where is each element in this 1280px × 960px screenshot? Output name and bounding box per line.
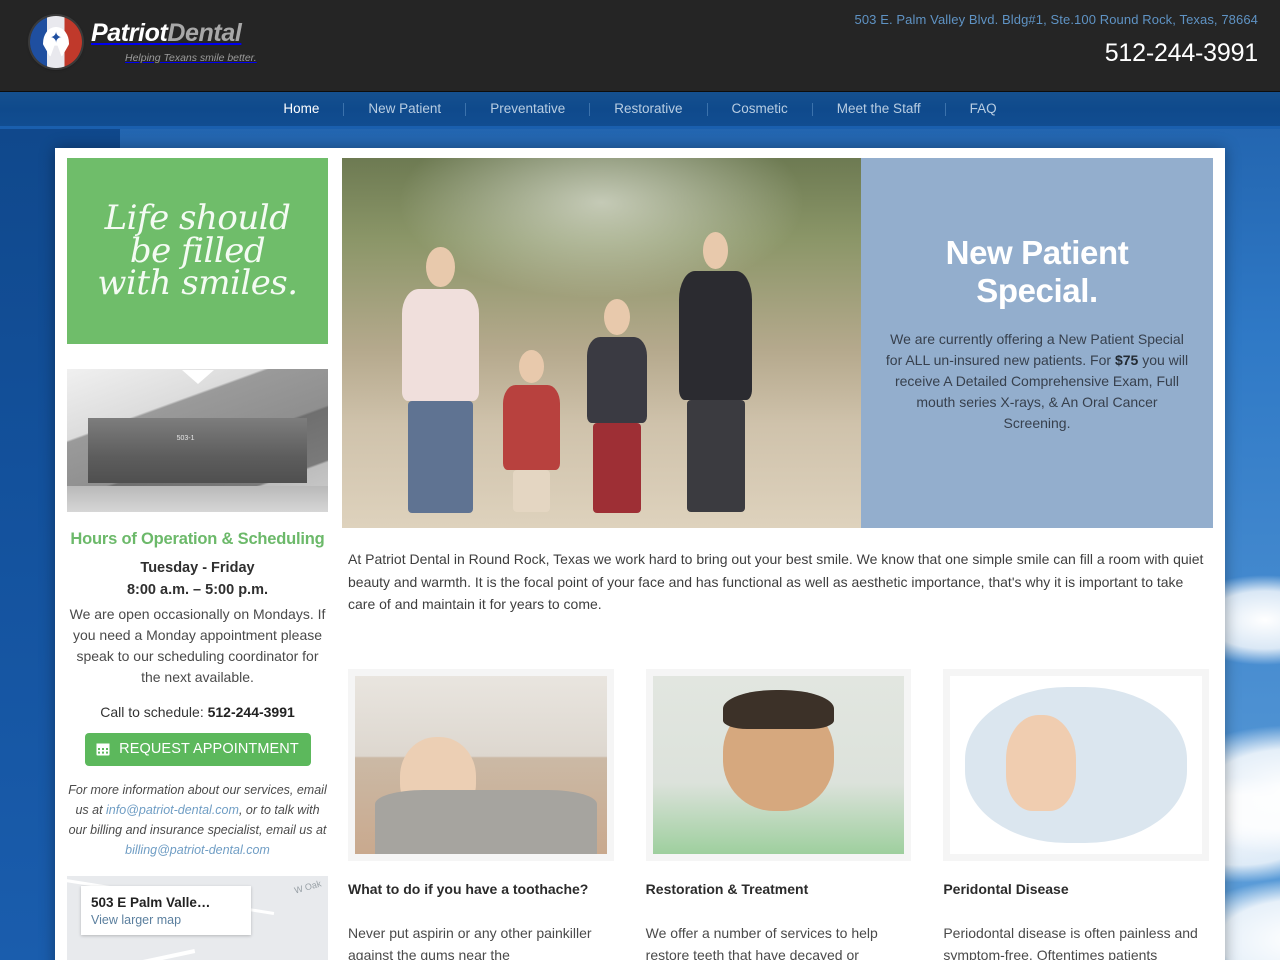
feature-card-image-frame xyxy=(348,669,614,862)
patriot-dental-logo-icon: ✦ xyxy=(30,16,82,68)
hours-note: We are open occasionally on Mondays. If … xyxy=(69,605,326,685)
feature-card-title[interactable]: What to do if you have a toothache? xyxy=(348,881,614,897)
quote-line-3: with smiles. xyxy=(97,263,298,304)
hero-person-toddler xyxy=(502,350,560,513)
map-road-line xyxy=(77,948,196,960)
nav-item-new-patient[interactable]: New Patient xyxy=(344,92,465,126)
call-to-schedule-label: Call to schedule: xyxy=(100,703,204,720)
email-info-text: For more information about our services,… xyxy=(67,780,328,860)
site-logo[interactable]: ✦ PatriotDental Helping Texans smile bet… xyxy=(30,16,257,68)
logo-name-primary: Patriot xyxy=(91,18,168,47)
feature-card-image xyxy=(652,676,905,855)
hero-section: New Patient Special. We are currently of… xyxy=(342,158,1213,528)
feature-card: Peridontal Disease Periodontal disease is… xyxy=(943,669,1210,960)
nav-list: Home New Patient Preventative Restorative Co… xyxy=(259,92,1020,126)
nav-item-home[interactable]: Home xyxy=(259,92,343,126)
special-title-line2: Special. xyxy=(976,272,1098,310)
request-appointment-label: REQUEST APPOINTMENT xyxy=(119,741,299,758)
nav-item-meet-the-staff[interactable]: Meet the Staff xyxy=(813,92,945,126)
main-column: New Patient Special. We are currently of… xyxy=(342,158,1213,960)
header-address-link[interactable]: 503 E. Palm Valley Blvd. Bldg#1, Ste.100… xyxy=(855,12,1258,27)
feature-card-title[interactable]: Restoration & Treatment xyxy=(646,881,912,897)
calendar-icon xyxy=(96,742,110,756)
feature-card-title[interactable]: Peridontal Disease xyxy=(943,881,1209,897)
new-patient-special-text: We are currently offering a New Patient … xyxy=(885,329,1189,434)
hero-person-father xyxy=(399,246,482,513)
map-address-title: 503 E Palm Valle… xyxy=(91,894,211,910)
nav-item-restorative[interactable]: Restorative xyxy=(590,92,706,126)
new-patient-special-title: New Patient Special. xyxy=(885,234,1189,311)
hours-time: 8:00 a.m. – 5:00 p.m. xyxy=(126,582,269,599)
intro-paragraph: At Patriot Dental in Round Rock, Texas w… xyxy=(348,551,1204,613)
hero-person-mother xyxy=(674,232,757,513)
logo-tagline: Helping Texans smile better. xyxy=(125,51,257,64)
email-link-billing[interactable]: billing@patriot-dental.com xyxy=(125,843,270,857)
hero-person-child xyxy=(586,298,648,514)
page-content: Life should be filled with smiles. 503-1… xyxy=(55,148,1225,960)
header-phone[interactable]: 512-244-3991 xyxy=(855,39,1258,68)
feature-card-body: Never put aspirin or any other painkille… xyxy=(348,925,592,960)
quote-banner: Life should be filled with smiles. xyxy=(67,158,328,344)
feature-card-body: Periodontal disease is often painless an… xyxy=(943,925,1198,960)
feature-card-image xyxy=(950,676,1203,855)
hours-days: Tuesday - Friday xyxy=(140,560,255,576)
quote-arrow-icon xyxy=(181,370,214,384)
feature-card-image-frame xyxy=(943,669,1210,862)
special-title-line1: New Patient xyxy=(945,234,1129,271)
feature-card: What to do if you have a toothache? Never… xyxy=(348,669,614,960)
email-link-info[interactable]: info@patriot-dental.com xyxy=(106,803,239,817)
request-appointment-button[interactable]: REQUEST APPOINTMENT xyxy=(84,732,311,766)
nav-item-cosmetic[interactable]: Cosmetic xyxy=(708,92,812,126)
map-info-card: 503 E Palm Valle… View larger map xyxy=(81,885,251,935)
sidebar: Life should be filled with smiles. 503-1… xyxy=(67,158,342,960)
nav-item-preventative[interactable]: Preventative xyxy=(466,92,589,126)
call-to-schedule: Call to schedule: 512-244-3991 xyxy=(67,704,328,720)
hero-family-photo xyxy=(342,158,861,528)
map-street-label: W Oak xyxy=(293,878,323,896)
location-map[interactable]: W Oak 503 E Palm Valle… View larger map … xyxy=(67,875,328,960)
feature-card: Restoration & Treatment We offer a number… xyxy=(645,669,912,960)
feature-card-image xyxy=(355,676,607,855)
special-price: $75 xyxy=(1114,351,1139,368)
feature-card-body: We offer a number of services to help re… xyxy=(645,925,878,960)
site-header: ✦ PatriotDental Helping Texans smile bet… xyxy=(0,0,1280,92)
logo-name-secondary: Dental xyxy=(167,18,242,47)
hours-heading: Hours of Operation & Scheduling xyxy=(70,530,325,548)
office-building-photo: 503-1 xyxy=(67,369,328,512)
new-patient-special-panel: New Patient Special. We are currently of… xyxy=(861,158,1213,528)
view-larger-map-link[interactable]: View larger map xyxy=(91,913,241,927)
feature-cards: What to do if you have a toothache? Never… xyxy=(348,669,1210,960)
header-contact: 503 E. Palm Valley Blvd. Bldg#1, Ste.100… xyxy=(855,12,1259,68)
feature-card-image-frame xyxy=(645,669,912,862)
call-to-schedule-phone[interactable]: 512-244-3991 xyxy=(208,704,295,720)
office-photo-label: 503-1 xyxy=(176,434,195,442)
nav-item-faq[interactable]: FAQ xyxy=(946,92,1021,126)
main-navigation: Home New Patient Preventative Restorative Co… xyxy=(0,92,1280,129)
